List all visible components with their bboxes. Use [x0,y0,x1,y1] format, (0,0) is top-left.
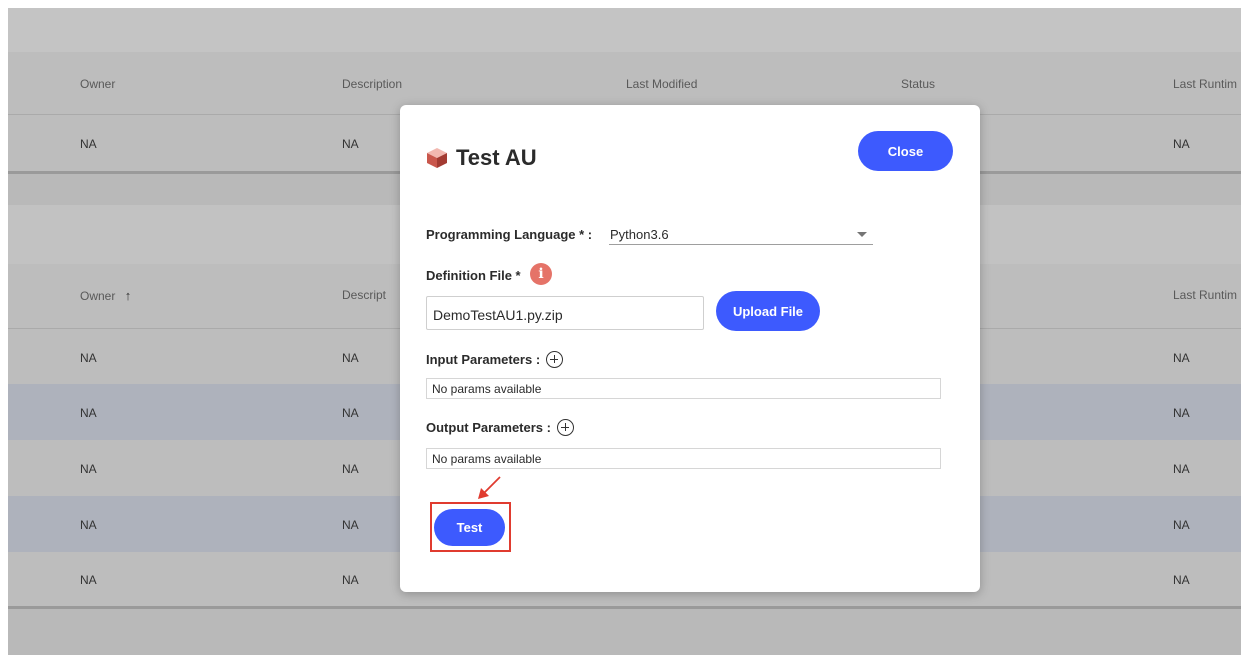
close-button[interactable]: Close [858,131,953,171]
cell-description: NA [342,462,359,476]
dialog-title: Test AU [456,145,537,170]
col-last-runtime[interactable]: Last Runtim [1173,77,1237,91]
upload-file-button[interactable]: Upload File [716,291,820,331]
section-top-bar [8,8,1241,52]
cell-description: NA [342,137,359,151]
cube-icon [427,148,447,168]
col-description[interactable]: Description [342,77,402,91]
cell-last-runtime: NA [1173,351,1190,365]
programming-language-value: Python3.6 [610,227,669,242]
test-button[interactable]: Test [434,509,505,546]
sort-up-arrow-icon[interactable]: ↑ [125,288,132,303]
cell-description: NA [342,406,359,420]
output-parameters-label: Output Parameters : [426,420,551,435]
cell-last-runtime: NA [1173,573,1190,587]
annotation-arrow-icon [478,476,501,499]
definition-file-label: Definition File * [426,268,521,283]
test-au-dialog: Test AU Close Programming Language * : P… [400,105,980,592]
col-owner[interactable]: Owner [80,77,115,91]
col-status[interactable]: Status [901,77,935,91]
info-icon[interactable]: i [530,263,552,285]
add-output-parameter-icon[interactable] [557,419,574,436]
cell-last-runtime: NA [1173,137,1190,151]
col-owner-sorted[interactable]: Owner ↑ [80,288,131,303]
input-parameters-label: Input Parameters : [426,352,541,367]
col-owner-label: Owner [80,289,116,303]
cell-owner: NA [80,462,97,476]
cell-owner: NA [80,573,97,587]
cell-last-runtime: NA [1173,518,1190,532]
cell-description: NA [342,573,359,587]
cell-description: NA [342,351,359,365]
col-description[interactable]: Descript [342,288,386,302]
cell-owner: NA [80,406,97,420]
dialog-header: Test AU [426,145,537,171]
col-last-runtime[interactable]: Last Runtim [1173,288,1237,302]
cell-description: NA [342,518,359,532]
add-input-parameter-icon[interactable] [546,351,563,368]
cell-last-runtime: NA [1173,406,1190,420]
programming-language-label: Programming Language * : [426,227,593,242]
cell-last-runtime: NA [1173,462,1190,476]
cell-owner: NA [80,518,97,532]
input-parameters-box: No params available [426,378,941,399]
definition-file-field[interactable]: DemoTestAU1.py.zip [426,296,704,330]
output-parameters-box: No params available [426,448,941,469]
col-last-modified[interactable]: Last Modified [626,77,697,91]
cell-owner: NA [80,351,97,365]
cell-owner: NA [80,137,97,151]
chevron-down-icon [857,232,867,237]
programming-language-select[interactable]: Python3.6 [609,223,873,245]
